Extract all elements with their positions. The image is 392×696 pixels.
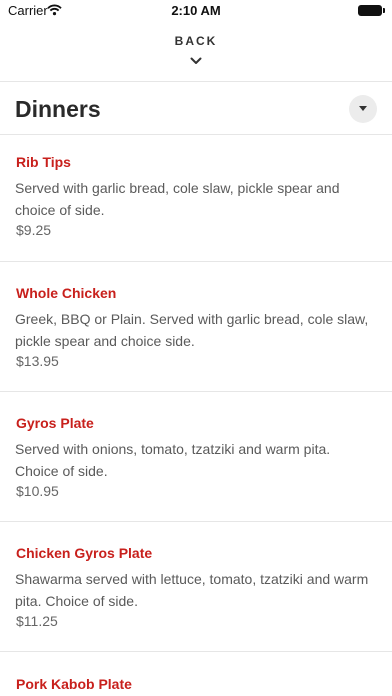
menu-item-name: Whole Chicken [16,285,117,301]
section-title: Dinners [15,96,101,122]
item-divider [0,651,392,652]
section-dropdown-button[interactable] [349,95,377,123]
item-divider [0,391,392,392]
menu-item-description: Shawarma served with lettuce, tomato, tz… [15,571,369,609]
caret-down-icon [359,106,367,111]
menu-item-price: $10.95 [16,483,59,499]
menu-item[interactable]: Pork Kabob Plate [0,656,392,696]
menu-item-description: Greek, BBQ or Plain. Served with garlic … [15,311,369,349]
menu-item-description: Served with onions, tomato, tzatziki and… [15,441,331,479]
menu-item-name: Pork Kabob Plate [16,676,132,692]
item-divider [0,261,392,262]
menu-item-description: Served with garlic bread, cole slaw, pic… [15,180,340,218]
menu-item[interactable]: Rib Tips Served with garlic bread, cole … [0,134,392,264]
menu-item-price: $9.25 [16,222,52,238]
menu-item-name: Rib Tips [16,154,71,170]
item-divider [0,521,392,522]
menu-item-name: Gyros Plate [16,415,94,431]
menu-item[interactable]: Whole Chicken Greek, BBQ or Plain. Serve… [0,265,392,395]
back-label: BACK [174,34,218,48]
clock: 2:10 AM [171,3,221,18]
header-divider [0,81,392,82]
menu-item[interactable]: Gyros Plate Served with onions, tomato, … [0,395,392,525]
status-bar: Carrier 2:10 AM [0,0,392,22]
menu-item-price: $13.95 [16,353,59,369]
back-button[interactable]: BACK [146,34,246,72]
menu-item-name: Chicken Gyros Plate [16,545,153,561]
menu-item-price: $11.25 [16,613,58,629]
chevron-down-icon [146,52,246,70]
menu-item[interactable]: Chicken Gyros Plate Shawarma served with… [0,525,392,655]
battery-icon [358,5,385,16]
